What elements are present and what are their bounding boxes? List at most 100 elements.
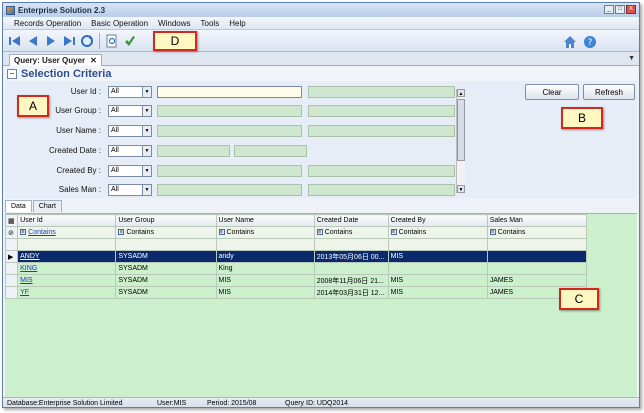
grid-cell[interactable]: MIS [387, 286, 488, 299]
created-by-from-input[interactable] [157, 165, 302, 177]
refresh-icon[interactable] [78, 32, 95, 49]
menu-records-operation[interactable]: Records Operation [9, 19, 86, 28]
scroll-up-icon[interactable]: ▲ [457, 89, 465, 97]
filter-operator-icon[interactable]: ≡ [390, 229, 397, 236]
grid-cell[interactable]: SYSADM [115, 262, 217, 275]
table-row[interactable]: KING SYSADM King [4, 262, 588, 275]
user-id-from-input[interactable] [157, 86, 302, 98]
operator-select[interactable]: All ▼ [108, 184, 152, 196]
user-id-link[interactable]: ANDY [20, 253, 39, 260]
grid-cell[interactable]: 2008年11月06日 21... [313, 274, 389, 287]
scroll-down-icon[interactable]: ▼ [457, 185, 465, 193]
created-date-to-input[interactable] [234, 145, 307, 157]
user-name-to-input[interactable] [308, 125, 455, 137]
created-date-from-input[interactable] [157, 145, 230, 157]
tab-list-dropdown-icon[interactable]: ▼ [628, 55, 635, 62]
grid-cell-user-id[interactable]: MIS [17, 274, 117, 287]
find-icon[interactable] [103, 32, 120, 49]
filter-operator-icon[interactable]: ≡ [20, 229, 27, 236]
maximize-button[interactable]: □ [615, 5, 625, 14]
created-by-to-input[interactable] [308, 165, 455, 177]
help-icon[interactable]: ? [581, 33, 598, 50]
grid-settings-icon[interactable]: ▦ [4, 214, 19, 227]
criteria-scrollbar[interactable]: ▲ ▼ [456, 89, 465, 193]
filter-cell[interactable]: ≡ Contains [215, 226, 315, 239]
table-row[interactable]: MIS SYSADM MIS 2008年11月06日 21... MIS JAM… [4, 274, 588, 287]
grid-cell-user-id[interactable]: YF [17, 286, 117, 299]
column-header[interactable]: Created Date [313, 214, 389, 227]
tab-query-user[interactable]: Query: User Quyer ✕ [9, 54, 102, 66]
column-header[interactable]: Created By [387, 214, 488, 227]
menu-basic-operation[interactable]: Basic Operation [86, 19, 153, 28]
operator-select[interactable]: All ▼ [108, 145, 152, 157]
column-header[interactable]: User Name [215, 214, 315, 227]
menu-help[interactable]: Help [224, 19, 250, 28]
grid-cell[interactable]: andy [215, 250, 315, 263]
filter-cell[interactable]: ≡ Contains [17, 226, 117, 239]
grid-cell[interactable] [486, 262, 588, 275]
user-id-link[interactable]: MIS [20, 277, 32, 284]
grid-cell[interactable]: 2013年05月06日 00... [313, 250, 389, 263]
filter-operator-icon[interactable]: ≡ [489, 229, 496, 236]
table-row[interactable]: YF SYSADM MIS 2014年03月31日 12... MIS JAME… [4, 286, 588, 299]
grid-cell[interactable] [486, 250, 588, 263]
last-record-icon[interactable] [60, 32, 77, 49]
grid-cell[interactable]: MIS [215, 286, 315, 299]
filter-operator-icon[interactable]: ≡ [316, 229, 323, 236]
previous-record-icon[interactable] [24, 32, 41, 49]
sales-man-from-input[interactable] [157, 184, 302, 196]
grid-cell[interactable]: King [215, 262, 315, 275]
menu-tools[interactable]: Tools [196, 19, 225, 28]
column-header[interactable]: Sales Man [486, 214, 588, 227]
export-icon[interactable] [121, 32, 138, 49]
refresh-button[interactable]: Refresh [583, 84, 635, 100]
scroll-thumb[interactable] [457, 99, 465, 161]
grid-cell[interactable]: MIS [215, 274, 315, 287]
user-group-from-input[interactable] [157, 105, 302, 117]
grid-cell-user-id[interactable]: KING [17, 262, 117, 275]
tab-chart[interactable]: Chart [32, 200, 62, 212]
grid-cell[interactable]: MIS [387, 250, 488, 263]
collapse-toggle[interactable]: − [7, 69, 17, 79]
grid-cell[interactable] [313, 262, 389, 275]
filter-operator-icon[interactable]: ≡ [218, 229, 225, 236]
column-header[interactable]: User Id [17, 214, 117, 227]
filter-cell[interactable]: ≡ Contains [115, 226, 217, 239]
table-row[interactable]: ▶ ANDY SYSADM andy 2013年05月06日 00... MIS [4, 250, 588, 263]
column-header[interactable]: User Group [115, 214, 217, 227]
grid-cell[interactable] [387, 262, 488, 275]
tab-data[interactable]: Data [5, 200, 32, 212]
operator-select[interactable]: All ▼ [108, 86, 152, 98]
row-header[interactable] [4, 286, 19, 299]
operator-select[interactable]: All ▼ [108, 125, 152, 137]
sales-man-to-input[interactable] [308, 184, 455, 196]
operator-select[interactable]: All ▼ [108, 165, 152, 177]
user-id-to-input[interactable] [308, 86, 455, 98]
filter-clear-icon[interactable]: ⊘ [4, 226, 19, 239]
filter-cell[interactable]: ≡ Contains [387, 226, 488, 239]
user-name-from-input[interactable] [157, 125, 302, 137]
user-id-link[interactable]: KING [20, 265, 37, 272]
grid-cell[interactable]: JAMES [486, 274, 588, 287]
grid-cell[interactable]: SYSADM [115, 250, 217, 263]
operator-select[interactable]: All ▼ [108, 105, 152, 117]
user-id-link[interactable]: YF [20, 289, 29, 296]
grid-cell-user-id[interactable]: ANDY [17, 250, 117, 263]
row-header[interactable] [4, 274, 19, 287]
grid-cell[interactable]: MIS [387, 274, 488, 287]
first-record-icon[interactable] [6, 32, 23, 49]
minimize-button[interactable]: _ [604, 5, 614, 14]
next-record-icon[interactable] [42, 32, 59, 49]
filter-cell[interactable]: ≡ Contains [486, 226, 588, 239]
home-icon[interactable] [561, 33, 578, 50]
clear-button[interactable]: Clear [525, 84, 579, 100]
filter-operator-icon[interactable]: ≡ [118, 229, 125, 236]
close-window-button[interactable]: X [626, 5, 636, 14]
row-header[interactable] [4, 262, 19, 275]
grid-cell[interactable]: SYSADM [115, 274, 217, 287]
menu-windows[interactable]: Windows [153, 19, 195, 28]
user-group-to-input[interactable] [308, 105, 455, 117]
grid-cell[interactable]: SYSADM [115, 286, 217, 299]
close-tab-icon[interactable]: ✕ [90, 56, 97, 65]
filter-cell[interactable]: ≡ Contains [313, 226, 389, 239]
